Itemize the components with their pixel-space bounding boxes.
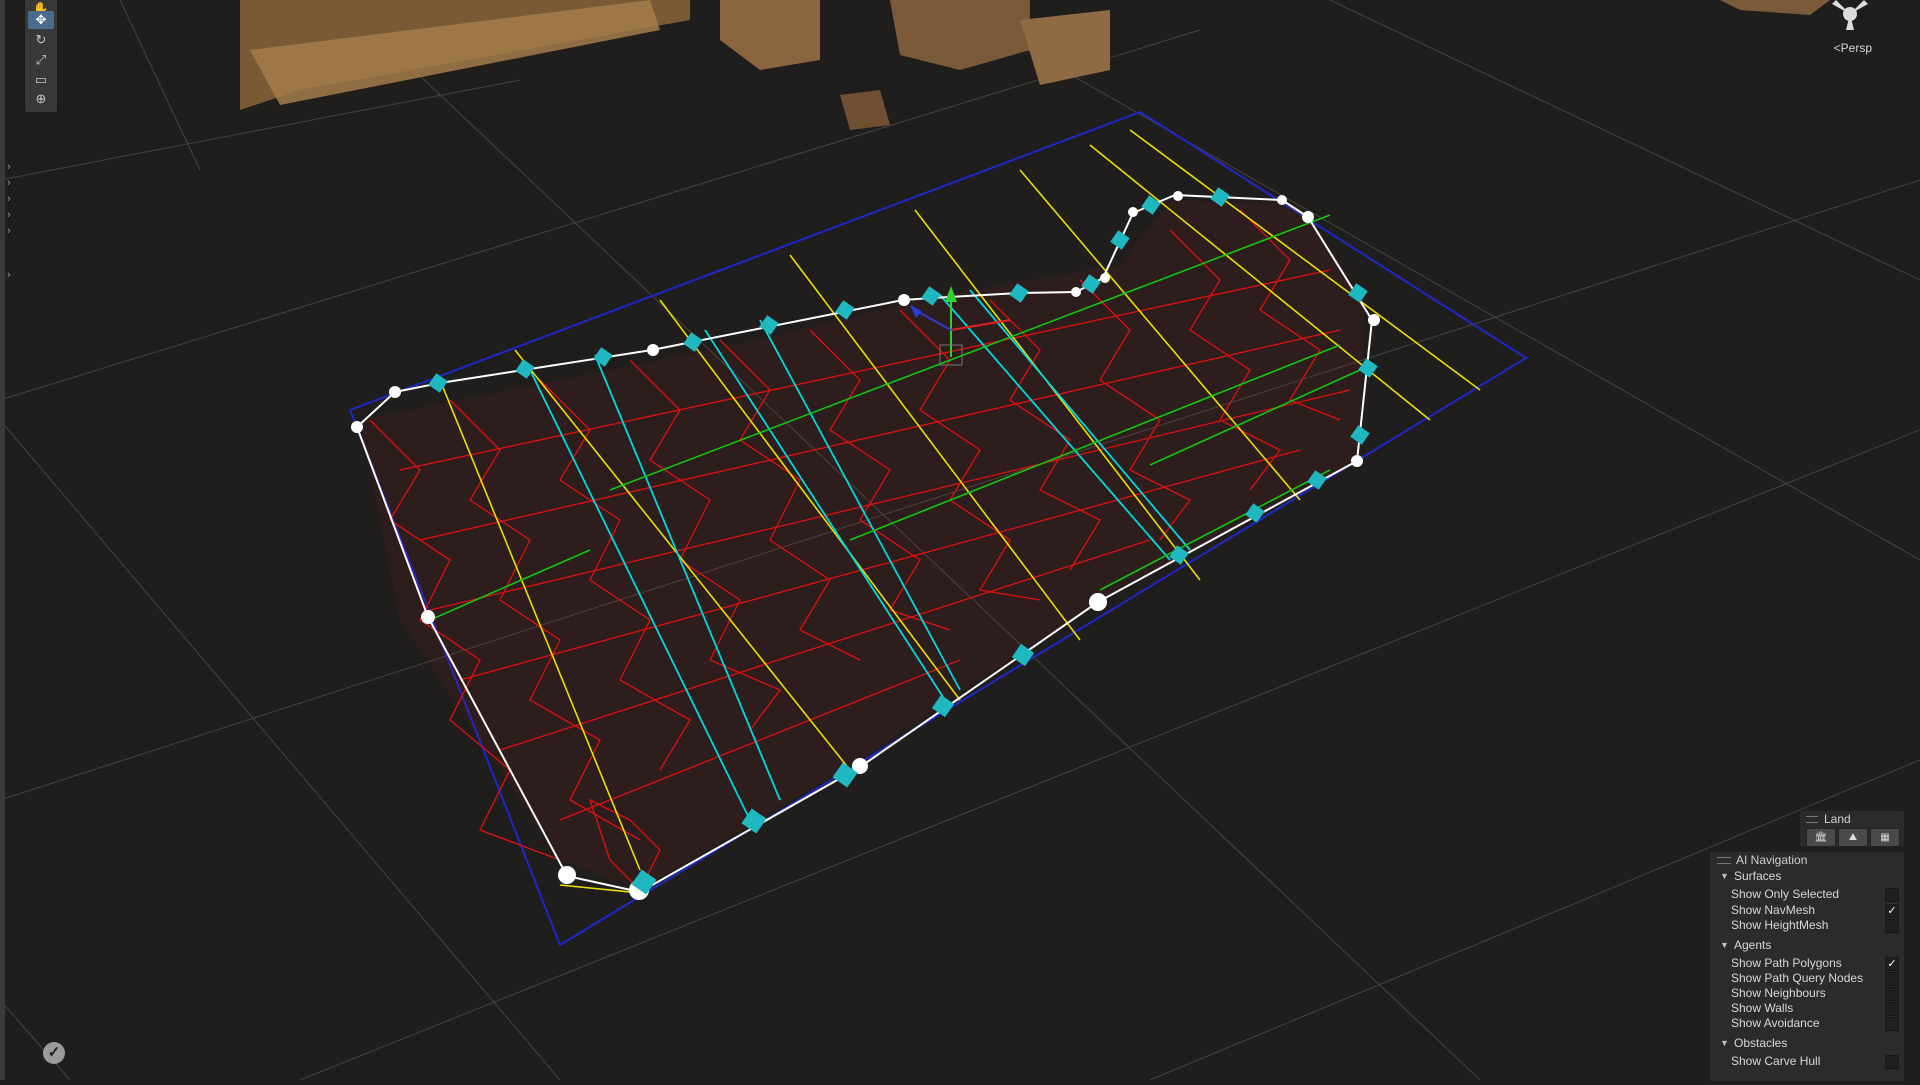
- option-show-heightmesh[interactable]: Show HeightMesh: [1710, 918, 1904, 933]
- land-overlay-title: Land: [1824, 812, 1851, 826]
- scale-tool-icon[interactable]: ⤢: [28, 51, 54, 69]
- land-tool-button[interactable]: ▦: [1870, 828, 1900, 847]
- move-tool-icon[interactable]: ✥: [28, 11, 54, 29]
- ai-navigation-overlay: AI Navigation ▼ Surfaces Show Only Selec…: [1709, 851, 1905, 1082]
- scene-canvas[interactable]: [0, 0, 1920, 1081]
- collapse-arrow-icon[interactable]: ▼: [1720, 938, 1730, 953]
- option-show-avoidance[interactable]: Show Avoidance: [1710, 1016, 1904, 1031]
- checkbox-checked[interactable]: ✓: [1885, 904, 1899, 918]
- land-tool-button[interactable]: ⛰: [1838, 828, 1868, 847]
- camera-mode-label[interactable]: <Persp: [1834, 41, 1872, 55]
- tool-strip: ✋ ✥ ↻ ⤢ ▭ ⊕: [24, 0, 58, 113]
- option-show-neighbours[interactable]: Show Neighbours: [1710, 986, 1904, 1001]
- section-surfaces[interactable]: Surfaces: [1734, 869, 1781, 884]
- navmesh-area: [360, 200, 1365, 890]
- rect-tool-icon[interactable]: ▭: [28, 71, 54, 89]
- expand-arrow-icon[interactable]: ›: [7, 270, 15, 281]
- checkbox[interactable]: [1885, 1017, 1899, 1031]
- option-show-carve-hull[interactable]: Show Carve Hull: [1710, 1054, 1904, 1069]
- village-buildings: [240, 0, 1830, 130]
- section-obstacles[interactable]: Obstacles: [1734, 1036, 1787, 1051]
- rotate-tool-icon[interactable]: ↻: [28, 31, 54, 49]
- checkbox-checked[interactable]: ✓: [1885, 957, 1899, 971]
- expand-arrow-icon[interactable]: ›: [7, 226, 15, 237]
- expand-arrow-icon[interactable]: ›: [7, 210, 15, 221]
- checkbox[interactable]: [1885, 1002, 1899, 1016]
- checkbox[interactable]: [1885, 1055, 1899, 1069]
- option-show-path-query-nodes[interactable]: Show Path Query Nodes: [1710, 971, 1904, 986]
- land-tool-button[interactable]: 🏛: [1806, 828, 1836, 847]
- collapse-arrow-icon[interactable]: ▼: [1720, 1036, 1730, 1051]
- checkbox[interactable]: [1885, 888, 1899, 902]
- option-show-path-polygons[interactable]: Show Path Polygons ✓: [1710, 956, 1904, 971]
- expand-arrow-icon[interactable]: ›: [7, 194, 15, 205]
- expand-arrow-icon[interactable]: ›: [7, 162, 15, 173]
- checkmark-icon[interactable]: ✓: [43, 1042, 65, 1064]
- collapse-arrow-icon[interactable]: ▼: [1720, 869, 1730, 884]
- checkbox[interactable]: [1885, 987, 1899, 1001]
- section-agents[interactable]: Agents: [1734, 938, 1771, 953]
- left-panel-edge: [0, 0, 5, 1080]
- checkbox[interactable]: [1885, 972, 1899, 986]
- orientation-gizmo-icon[interactable]: [1820, 0, 1880, 34]
- option-show-only-selected[interactable]: Show Only Selected: [1710, 887, 1904, 902]
- scene-viewport[interactable]: [0, 0, 1920, 1081]
- transform-tool-icon[interactable]: ⊕: [28, 90, 54, 108]
- option-show-walls[interactable]: Show Walls: [1710, 1001, 1904, 1016]
- drag-handle-icon[interactable]: [1717, 857, 1731, 864]
- land-overlay: Land 🏛 ⛰ ▦: [1799, 810, 1905, 848]
- expand-arrow-icon[interactable]: ›: [7, 178, 15, 189]
- checkbox[interactable]: [1885, 919, 1899, 933]
- option-show-navmesh[interactable]: Show NavMesh ✓: [1710, 903, 1904, 918]
- panel-title: AI Navigation: [1736, 853, 1808, 867]
- drag-handle-icon[interactable]: [1806, 816, 1818, 823]
